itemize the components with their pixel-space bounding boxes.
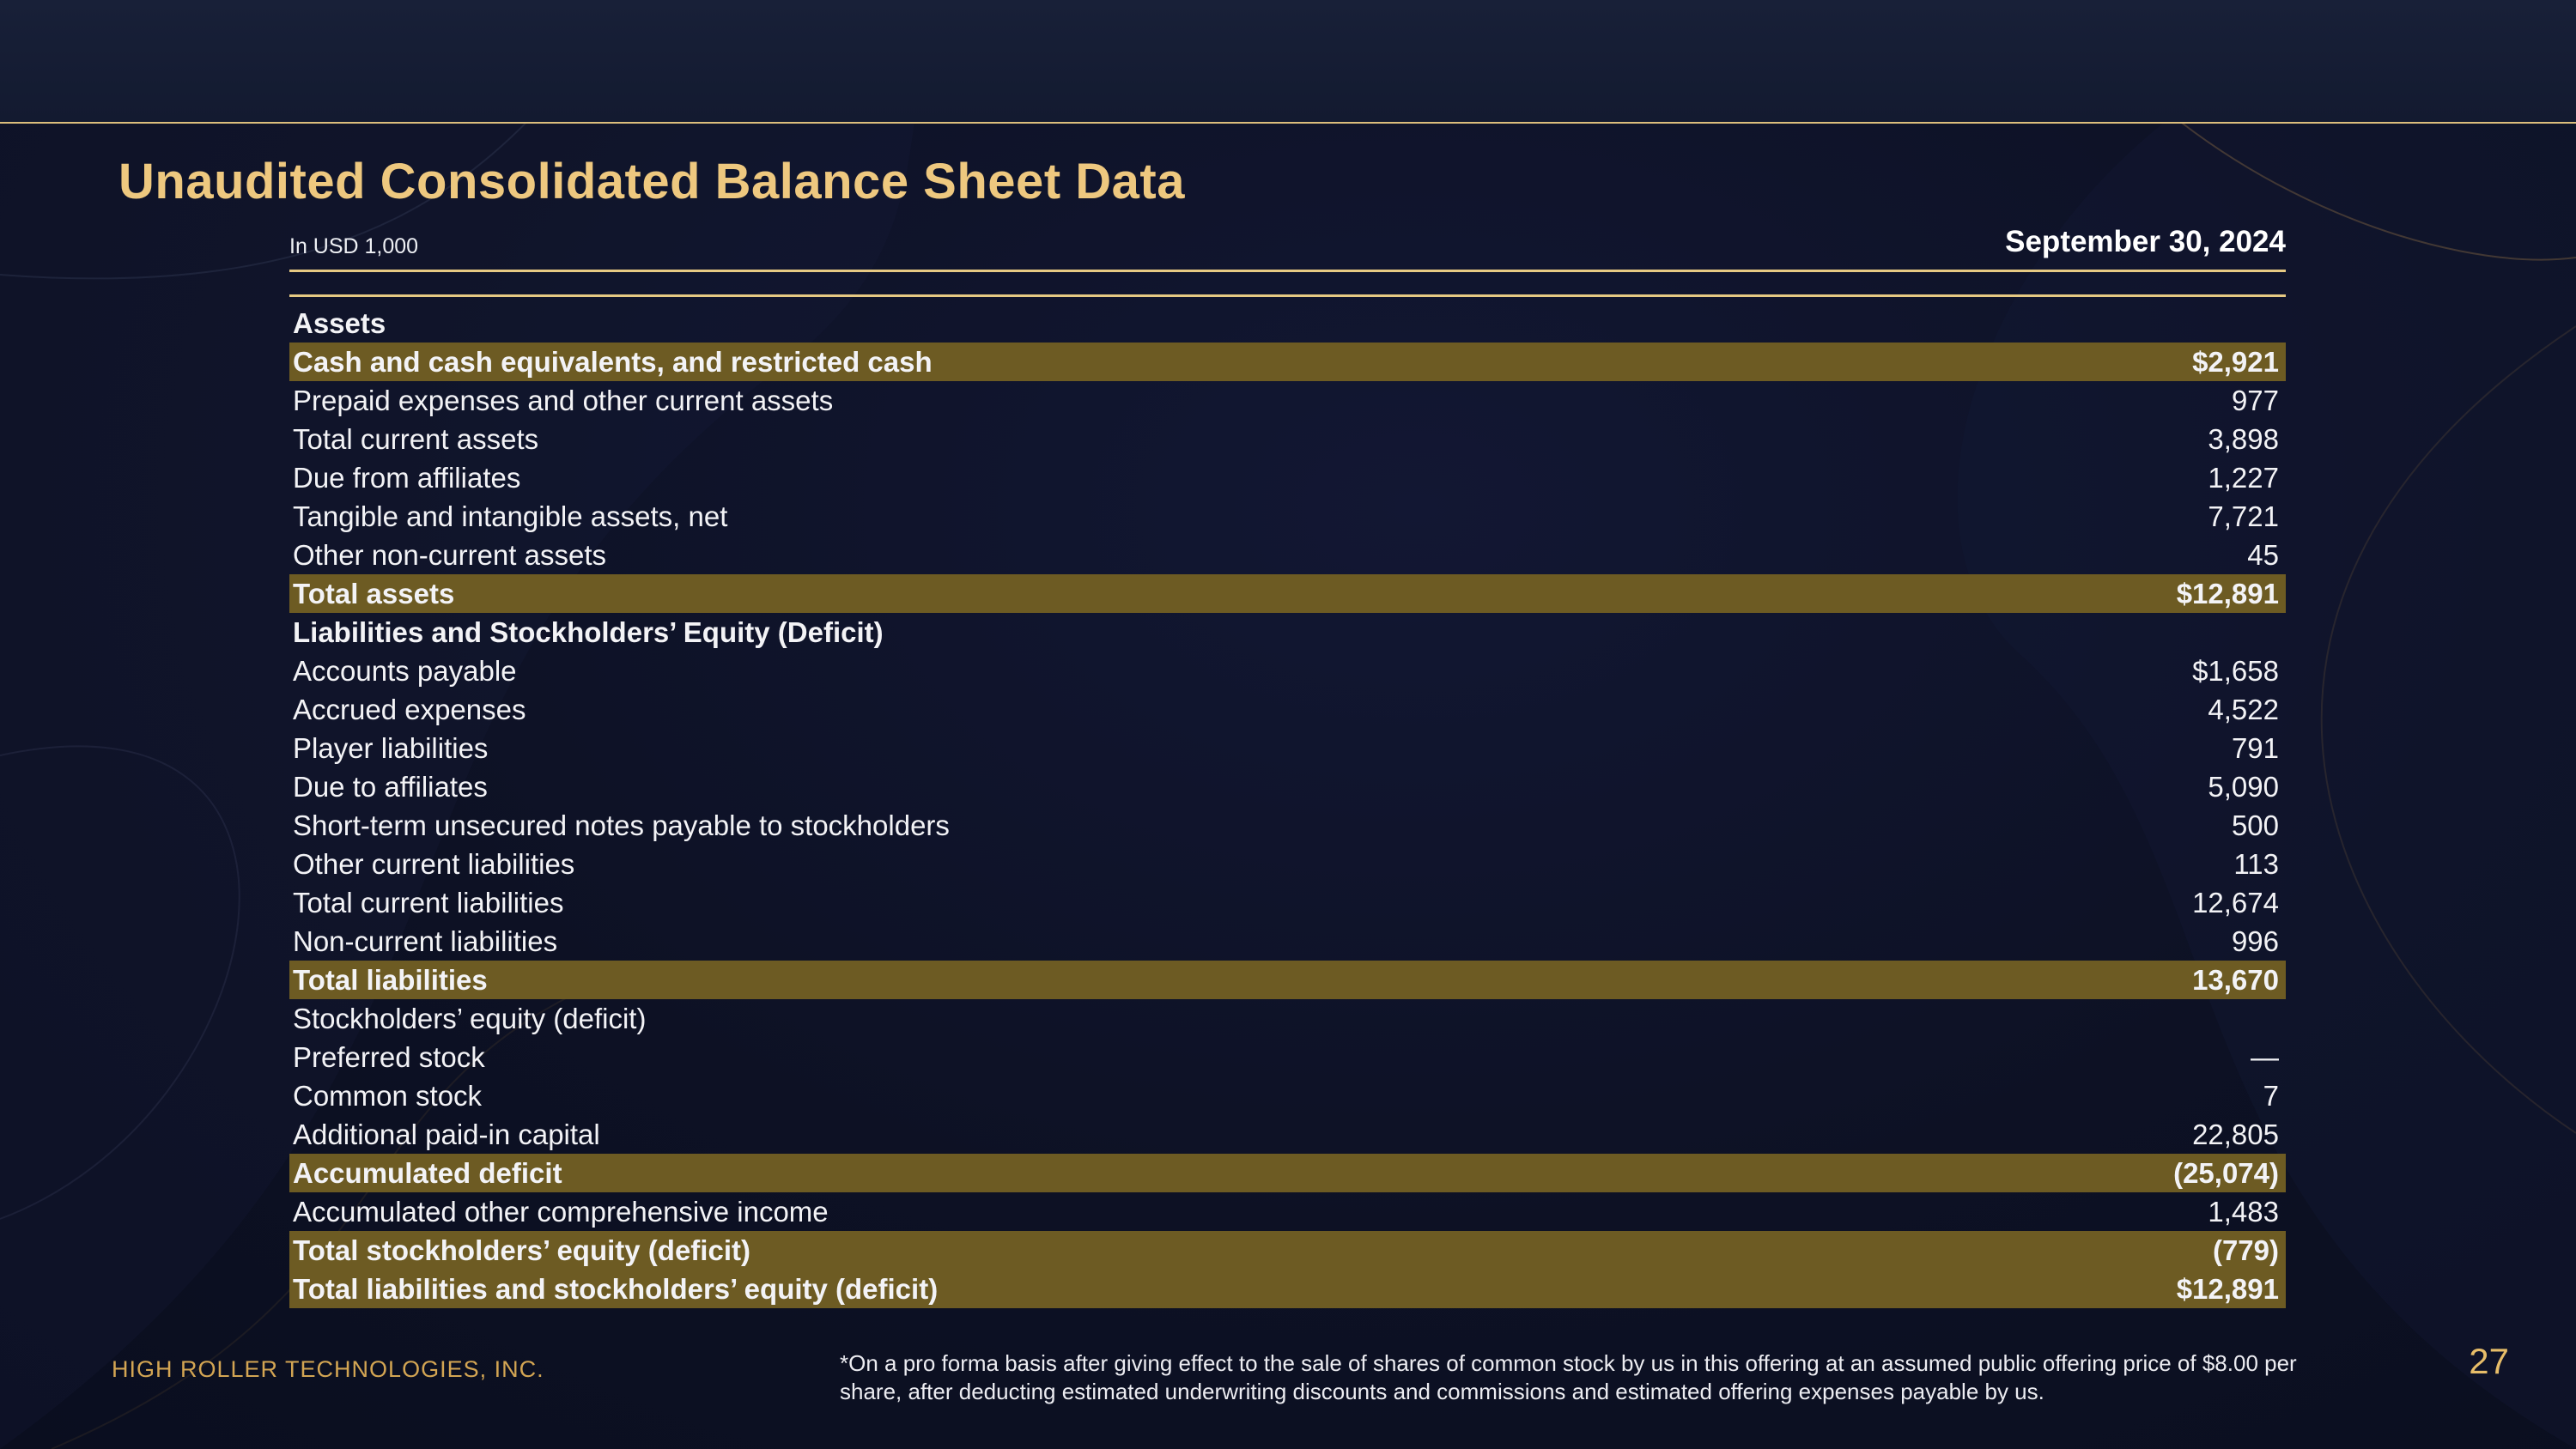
row-label: Accumulated other comprehensive income	[293, 1196, 829, 1228]
row-label: Preferred stock	[293, 1041, 485, 1074]
row-label: Total assets	[293, 578, 454, 610]
row-label: Additional paid-in capital	[293, 1119, 600, 1151]
row-label: Other current liabilities	[293, 848, 574, 881]
table-row: Liabilities and Stockholders’ Equity (De…	[289, 613, 2286, 652]
balance-sheet-table: In USD 1,000 September 30, 2024 Assets Ca…	[289, 225, 2286, 1308]
table-row: Accumulated other comprehensive income 1,…	[289, 1192, 2286, 1231]
table-row: Tangible and intangible assets, net 7,721	[289, 497, 2286, 536]
row-label: Total liabilities	[293, 964, 488, 997]
row-label: Cash and cash equivalents, and restricte…	[293, 346, 933, 379]
row-value: 996	[2232, 925, 2279, 958]
row-label: Accounts payable	[293, 655, 517, 688]
row-label: Total liabilities and stockholders’ equi…	[293, 1273, 938, 1306]
row-label: Accumulated deficit	[293, 1157, 562, 1190]
top-banner	[0, 0, 2576, 124]
row-label: Total current assets	[293, 423, 538, 456]
table-row: Accounts payable $1,658	[289, 652, 2286, 690]
row-label: Due from affiliates	[293, 462, 520, 494]
row-value: 1,227	[2208, 462, 2279, 494]
row-value: 4,522	[2208, 694, 2279, 726]
row-label: Total current liabilities	[293, 887, 563, 919]
table-rule-gap	[289, 272, 2286, 294]
table-row: Total stockholders’ equity (deficit) (779…	[289, 1231, 2286, 1270]
row-value: (25,074)	[2173, 1157, 2279, 1190]
row-value: 113	[2233, 848, 2279, 881]
table-row: Short-term unsecured notes payable to st…	[289, 806, 2286, 845]
slide: Unaudited Consolidated Balance Sheet Dat…	[0, 0, 2576, 1449]
row-label: Short-term unsecured notes payable to st…	[293, 809, 950, 842]
row-label: Common stock	[293, 1080, 482, 1113]
row-value: 7	[2263, 1080, 2279, 1113]
row-value: $2,921	[2192, 346, 2279, 379]
table-row: Additional paid-in capital 22,805	[289, 1115, 2286, 1154]
table-row: Player liabilities 791	[289, 729, 2286, 767]
row-label: Stockholders’ equity (deficit)	[293, 1003, 646, 1035]
table-row: Prepaid expenses and other current asset…	[289, 381, 2286, 420]
table-row: Other current liabilities 113	[289, 845, 2286, 883]
table-header: In USD 1,000 September 30, 2024	[289, 225, 2286, 270]
date-header: September 30, 2024	[2005, 225, 2286, 259]
row-label: Due to affiliates	[293, 771, 488, 803]
table-rows: Assets Cash and cash equivalents, and res…	[289, 304, 2286, 1308]
row-value: $12,891	[2177, 578, 2279, 610]
table-row: Cash and cash equivalents, and restricte…	[289, 343, 2286, 381]
row-value: 7,721	[2208, 500, 2279, 533]
row-value: 791	[2232, 732, 2279, 765]
row-label: Total stockholders’ equity (deficit)	[293, 1234, 750, 1267]
table-row: Accumulated deficit (25,074)	[289, 1154, 2286, 1192]
row-value: 500	[2232, 809, 2279, 842]
page-number: 27	[2469, 1341, 2509, 1382]
row-value: 1,483	[2208, 1196, 2279, 1228]
row-label: Player liabilities	[293, 732, 488, 765]
row-label: Prepaid expenses and other current asset…	[293, 385, 833, 417]
table-row: Assets	[289, 304, 2286, 343]
row-label: Other non-current assets	[293, 539, 606, 572]
row-value: 12,674	[2192, 887, 2279, 919]
row-value: 22,805	[2192, 1119, 2279, 1151]
row-value: —	[2251, 1041, 2279, 1074]
table-row: Preferred stock —	[289, 1038, 2286, 1076]
row-label: Tangible and intangible assets, net	[293, 500, 727, 533]
footnote: *On a pro forma basis after giving effec…	[840, 1349, 2300, 1405]
row-value: 13,670	[2192, 964, 2279, 997]
table-row: Accrued expenses 4,522	[289, 690, 2286, 729]
row-value: 45	[2247, 539, 2279, 572]
row-label: Assets	[293, 307, 386, 340]
row-value: 977	[2232, 385, 2279, 417]
table-row: Total liabilities 13,670	[289, 961, 2286, 999]
table-row: Due from affiliates 1,227	[289, 458, 2286, 497]
row-value: 5,090	[2208, 771, 2279, 803]
units-label: In USD 1,000	[289, 234, 418, 259]
row-value: 3,898	[2208, 423, 2279, 456]
company-name: HIGH ROLLER TECHNOLOGIES, INC.	[112, 1356, 544, 1383]
table-row: Total current liabilities 12,674	[289, 883, 2286, 922]
row-label: Accrued expenses	[293, 694, 526, 726]
table-row: Total liabilities and stockholders’ equi…	[289, 1270, 2286, 1308]
row-value: $12,891	[2177, 1273, 2279, 1306]
row-value: (779)	[2213, 1234, 2279, 1267]
table-row: Non-current liabilities 996	[289, 922, 2286, 961]
row-label: Liabilities and Stockholders’ Equity (De…	[293, 616, 884, 649]
row-label: Non-current liabilities	[293, 925, 557, 958]
table-row: Other non-current assets 45	[289, 536, 2286, 574]
table-row: Common stock 7	[289, 1076, 2286, 1115]
row-value: $1,658	[2192, 655, 2279, 688]
table-row: Total current assets 3,898	[289, 420, 2286, 458]
table-row: Stockholders’ equity (deficit)	[289, 999, 2286, 1038]
page-title: Unaudited Consolidated Balance Sheet Dat…	[118, 153, 1185, 210]
table-row: Due to affiliates 5,090	[289, 767, 2286, 806]
table-row: Total assets $12,891	[289, 574, 2286, 613]
